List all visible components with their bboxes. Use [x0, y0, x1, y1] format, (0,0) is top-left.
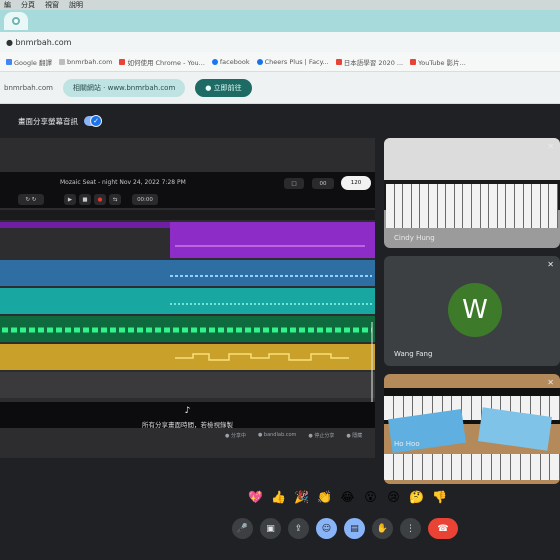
daw-time-counter: 00:00	[132, 194, 158, 205]
sheet-music	[384, 138, 560, 180]
bookmark-facebook[interactable]: facebook	[211, 58, 250, 66]
tab-favicon-icon	[12, 17, 20, 25]
reaction-surprised[interactable]: 😮	[363, 490, 378, 504]
reaction-clap[interactable]: 👏	[317, 490, 332, 504]
daw-undo-redo-button[interactable]: ↻ ↻	[18, 194, 44, 205]
bookmark-cheers[interactable]: Cheers Plus | Facy...	[256, 58, 329, 66]
reaction-thumbs-down[interactable]: 👎	[432, 490, 447, 504]
footer-stop-share[interactable]: ● 停止分享	[308, 432, 334, 439]
reaction-laugh[interactable]: 😂	[340, 490, 355, 504]
footer-hide[interactable]: ● 隱藏	[346, 432, 362, 439]
bookmark-japanese[interactable]: 日本語學習 2020 ...	[335, 57, 403, 67]
emoji-icon[interactable]: ☺	[316, 518, 337, 539]
track-purple-region-a	[0, 222, 170, 228]
address-bar[interactable]: ● bnmrbah.com	[0, 32, 560, 52]
youtube-icon	[119, 58, 126, 65]
share-audio-banner: 畫面分享螢幕音訊 ✓	[0, 110, 102, 132]
participant-tile-cindy[interactable]: ✕ Cindy Hung	[384, 138, 560, 248]
raise-hand-icon[interactable]: ✋	[372, 518, 393, 539]
os-menu-bar: 編 分頁 視窗 說明	[0, 0, 560, 10]
play-icon[interactable]: ▶	[64, 194, 76, 205]
bookmark-favicon-icon	[256, 58, 263, 65]
pin-icon[interactable]: ✕	[547, 260, 554, 269]
participant-name: Cindy Hung	[394, 234, 435, 242]
track-blue[interactable]	[0, 260, 375, 286]
pin-icon[interactable]: ✕	[547, 378, 554, 387]
share-audio-toggle[interactable]: ✓	[84, 115, 102, 127]
keyboard-keys-bottom	[384, 454, 560, 480]
footer-site: ● bandlab.com	[257, 432, 297, 438]
stop-icon[interactable]: ■	[79, 194, 91, 205]
menu-item-help[interactable]: 說明	[69, 0, 83, 10]
active-tab[interactable]	[4, 12, 28, 30]
participant-name: Ho Hoo	[394, 440, 420, 448]
reaction-sad[interactable]: 😢	[386, 490, 401, 504]
reaction-heart[interactable]: 💖	[248, 490, 263, 504]
track-yellow[interactable]	[0, 344, 375, 370]
record-icon[interactable]: ●	[94, 194, 106, 205]
daw-tempo[interactable]: 120	[341, 176, 371, 190]
daw-project-title: Mozaic Seat - night Nov 24, 2022 7:28 PM	[60, 179, 186, 186]
screen: 編 分頁 視窗 說明 ● bnmrbah.com Google 翻譯 bnmrb…	[0, 0, 560, 560]
shared-screen: Mozaic Seat - night Nov 24, 2022 7:28 PM…	[0, 138, 375, 458]
bookmarks-bar: Google 翻譯 bnmrbah.com 如何使用 Chrome - You.…	[0, 52, 560, 72]
go-now-button[interactable]: ● 立即前往	[195, 78, 252, 97]
music-note-icon: ♪	[184, 406, 191, 416]
site-name: bnmrbah.com	[4, 83, 53, 92]
pin-icon[interactable]: ✕	[547, 142, 554, 151]
hang-up-icon[interactable]: ☎	[428, 518, 458, 539]
check-icon: ✓	[90, 115, 102, 127]
track-teal[interactable]	[0, 288, 375, 314]
timeline-ruler	[0, 210, 375, 220]
daw-metronome-icon[interactable]: □	[284, 178, 304, 189]
bookmark-youtube-video[interactable]: YouTube 影片...	[410, 57, 466, 67]
present-icon[interactable]: ⇪	[288, 518, 309, 539]
menu-item-tabs[interactable]: 分頁	[21, 0, 35, 10]
bookmark-youtube[interactable]: 如何使用 Chrome - You...	[119, 57, 205, 67]
bookmark-site[interactable]: bnmrbah.com	[59, 58, 112, 66]
track-empty[interactable]	[0, 372, 375, 398]
reaction-party[interactable]: 🎉	[294, 490, 309, 504]
footer-sharing: ● 分享中	[225, 433, 246, 439]
participant-tile-ho[interactable]: ✕ Ho Hoo	[384, 374, 560, 484]
mic-icon[interactable]: 🎤	[232, 518, 253, 539]
share-footer: ● 分享中 ● bandlab.com ● 停止分享 ● 隱藏	[225, 432, 362, 439]
share-audio-label: 畫面分享螢幕音訊	[18, 116, 78, 126]
reaction-thinking[interactable]: 🤔	[409, 490, 424, 504]
avatar: W	[448, 283, 502, 337]
bookmark-google-translate[interactable]: Google 翻譯	[6, 57, 52, 67]
site-info-bar: bnmrbah.com 相關網站 · www.bnmrbah.com ● 立即前…	[0, 72, 560, 104]
camera-icon[interactable]: ▣	[260, 518, 281, 539]
participant-name: Wang Fang	[394, 350, 433, 358]
reaction-thumbs-up[interactable]: 👍	[271, 490, 286, 504]
youtube-icon	[410, 58, 417, 65]
keyboard-keys	[386, 184, 558, 228]
reactions-bar: 💖 👍 🎉 👏 😂 😮 😢 🤔 👎	[248, 490, 447, 504]
menu-item-edit[interactable]: 編	[4, 0, 11, 10]
more-icon[interactable]: ⋮	[400, 518, 421, 539]
track-purple-region-b	[170, 222, 375, 258]
daw-bar-counter: 00	[312, 178, 334, 189]
bookmark-favicon-icon	[59, 58, 65, 65]
daw-timeline	[0, 210, 375, 416]
loop-icon[interactable]: ⇆	[109, 194, 121, 205]
bookmark-favicon-icon	[6, 58, 12, 65]
call-controls: 🎤 ▣ ⇪ ☺ ▤ ✋ ⋮ ☎	[232, 518, 458, 539]
daw-caption: 所有分享畫面時間，若檢視錄製	[142, 421, 233, 429]
youtube-icon	[335, 58, 342, 65]
facebook-icon	[211, 58, 218, 65]
menu-item-window[interactable]: 視窗	[45, 0, 59, 10]
url-text: ● bnmrbah.com	[6, 37, 72, 47]
related-site-pill[interactable]: 相關網站 · www.bnmrbah.com	[62, 78, 186, 97]
tab-strip	[0, 10, 560, 32]
screen-share-icon[interactable]: ▤	[344, 518, 365, 539]
